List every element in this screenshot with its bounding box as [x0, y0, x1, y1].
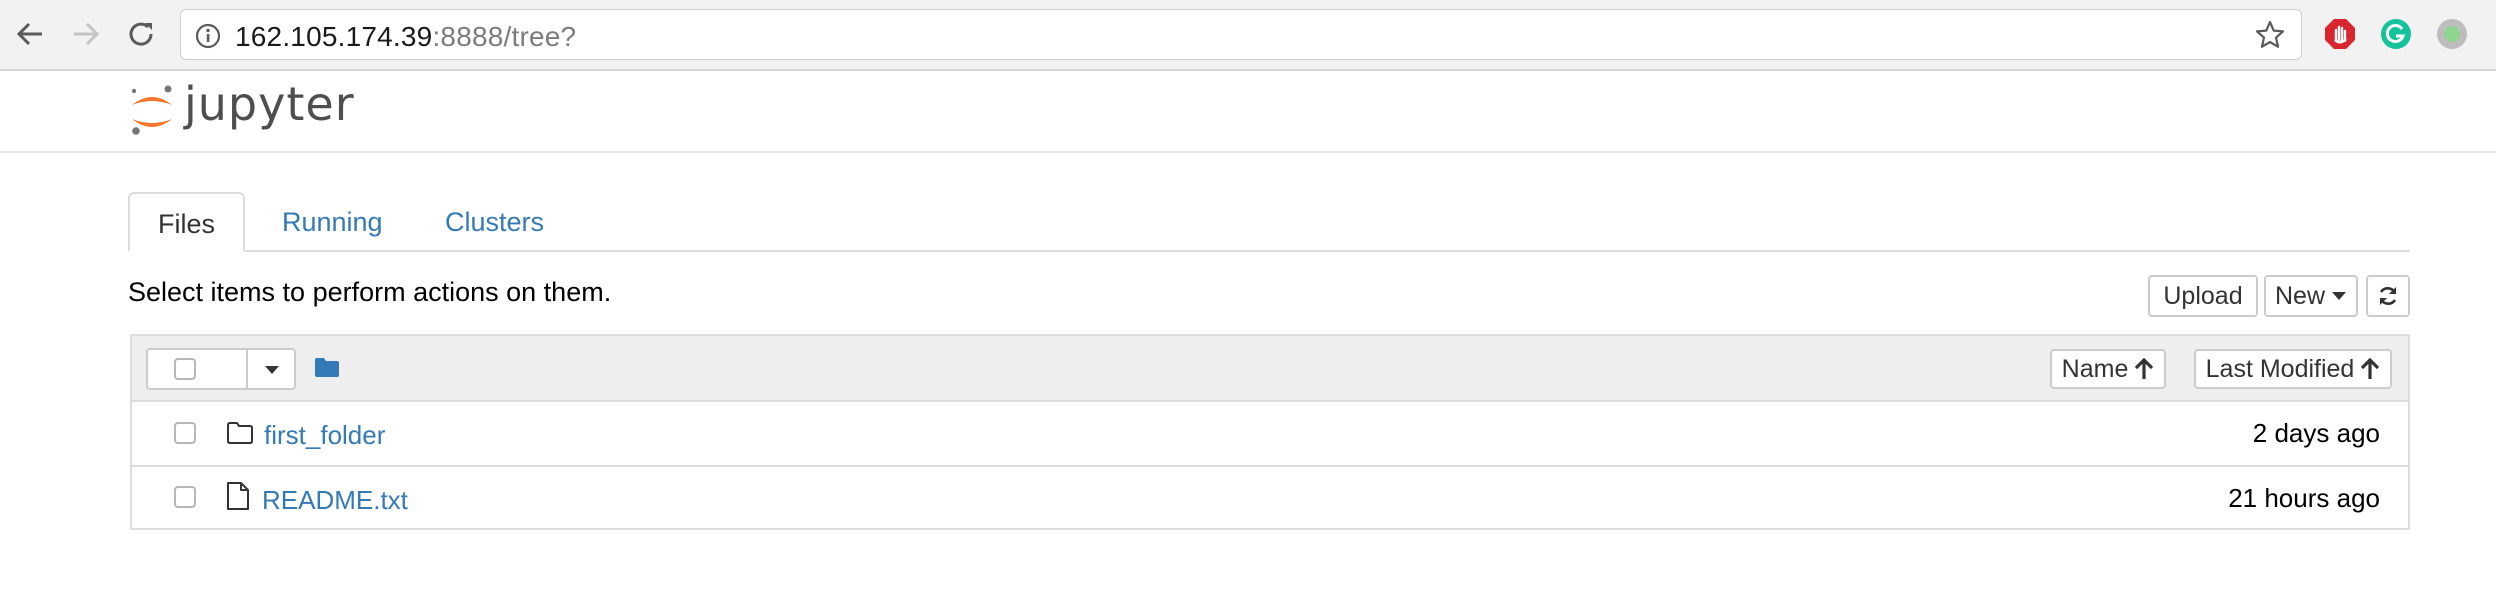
- file-list: Name Last Modified first_folder 2 days a…: [130, 334, 2410, 530]
- star-icon[interactable]: [2255, 20, 2285, 50]
- extension-status-icon[interactable]: [2436, 18, 2468, 50]
- grammarly-icon[interactable]: [2380, 18, 2412, 50]
- url-text: 162.105.174.39:8888/tree?: [235, 21, 576, 53]
- url-host: 162.105.174.39: [235, 21, 433, 52]
- list-item[interactable]: README.txt 21 hours ago: [132, 465, 2408, 528]
- item-checkbox[interactable]: [174, 422, 196, 444]
- folder-outline-icon: [227, 422, 253, 444]
- arrow-up-icon: [2135, 358, 2154, 379]
- item-checkbox[interactable]: [174, 486, 196, 508]
- tab-running[interactable]: Running: [282, 192, 383, 252]
- address-bar[interactable]: 162.105.174.39:8888/tree?: [180, 9, 2302, 60]
- new-label: New: [2274, 281, 2325, 310]
- sort-modified-label: Last Modified: [2205, 354, 2355, 383]
- item-modified: 21 hours ago: [2228, 483, 2380, 513]
- info-icon[interactable]: [195, 23, 221, 49]
- refresh-button[interactable]: [2366, 275, 2410, 317]
- refresh-icon: [2379, 287, 2397, 305]
- reload-icon: [129, 22, 153, 46]
- forward-button[interactable]: [66, 14, 106, 54]
- jupyter-logo-icon[interactable]: [128, 81, 176, 139]
- sort-by-name-button[interactable]: Name: [2050, 349, 2166, 389]
- sort-by-modified-button[interactable]: Last Modified: [2194, 349, 2392, 389]
- jupyter-header: jupyter: [0, 71, 2496, 153]
- tab-files[interactable]: Files: [128, 192, 245, 252]
- select-all-checkbox[interactable]: [174, 358, 196, 380]
- arrow-left-icon: [16, 22, 42, 46]
- caret-down-icon: [265, 366, 279, 374]
- back-button[interactable]: [10, 14, 50, 54]
- jupyter-logo-text[interactable]: jupyter: [184, 77, 355, 131]
- file-icon: [227, 482, 249, 510]
- arrow-right-icon: [74, 22, 100, 46]
- arrow-up-icon: [2361, 358, 2380, 379]
- sort-name-label: Name: [2061, 354, 2129, 383]
- list-header: Name Last Modified: [132, 336, 2408, 402]
- reload-button[interactable]: [122, 14, 162, 54]
- select-all-dropdown[interactable]: [146, 348, 296, 390]
- url-path: :8888/tree?: [432, 21, 577, 52]
- item-name-link[interactable]: README.txt: [262, 485, 408, 516]
- item-name-link[interactable]: first_folder: [264, 420, 385, 451]
- folder-icon[interactable]: [314, 356, 340, 378]
- upload-label: Upload: [2163, 281, 2243, 310]
- dropdown-divider: [246, 350, 248, 388]
- list-item[interactable]: first_folder 2 days ago: [132, 402, 2408, 465]
- browser-toolbar: 162.105.174.39:8888/tree?: [0, 0, 2496, 71]
- adblock-icon[interactable]: [2324, 18, 2356, 50]
- upload-button[interactable]: Upload: [2148, 275, 2258, 317]
- caret-down-icon: [2332, 292, 2346, 300]
- tab-clusters[interactable]: Clusters: [445, 192, 544, 252]
- item-modified: 2 days ago: [2252, 418, 2380, 448]
- selection-hint: Select items to perform actions on them.: [128, 277, 612, 307]
- new-dropdown-button[interactable]: New: [2264, 275, 2358, 317]
